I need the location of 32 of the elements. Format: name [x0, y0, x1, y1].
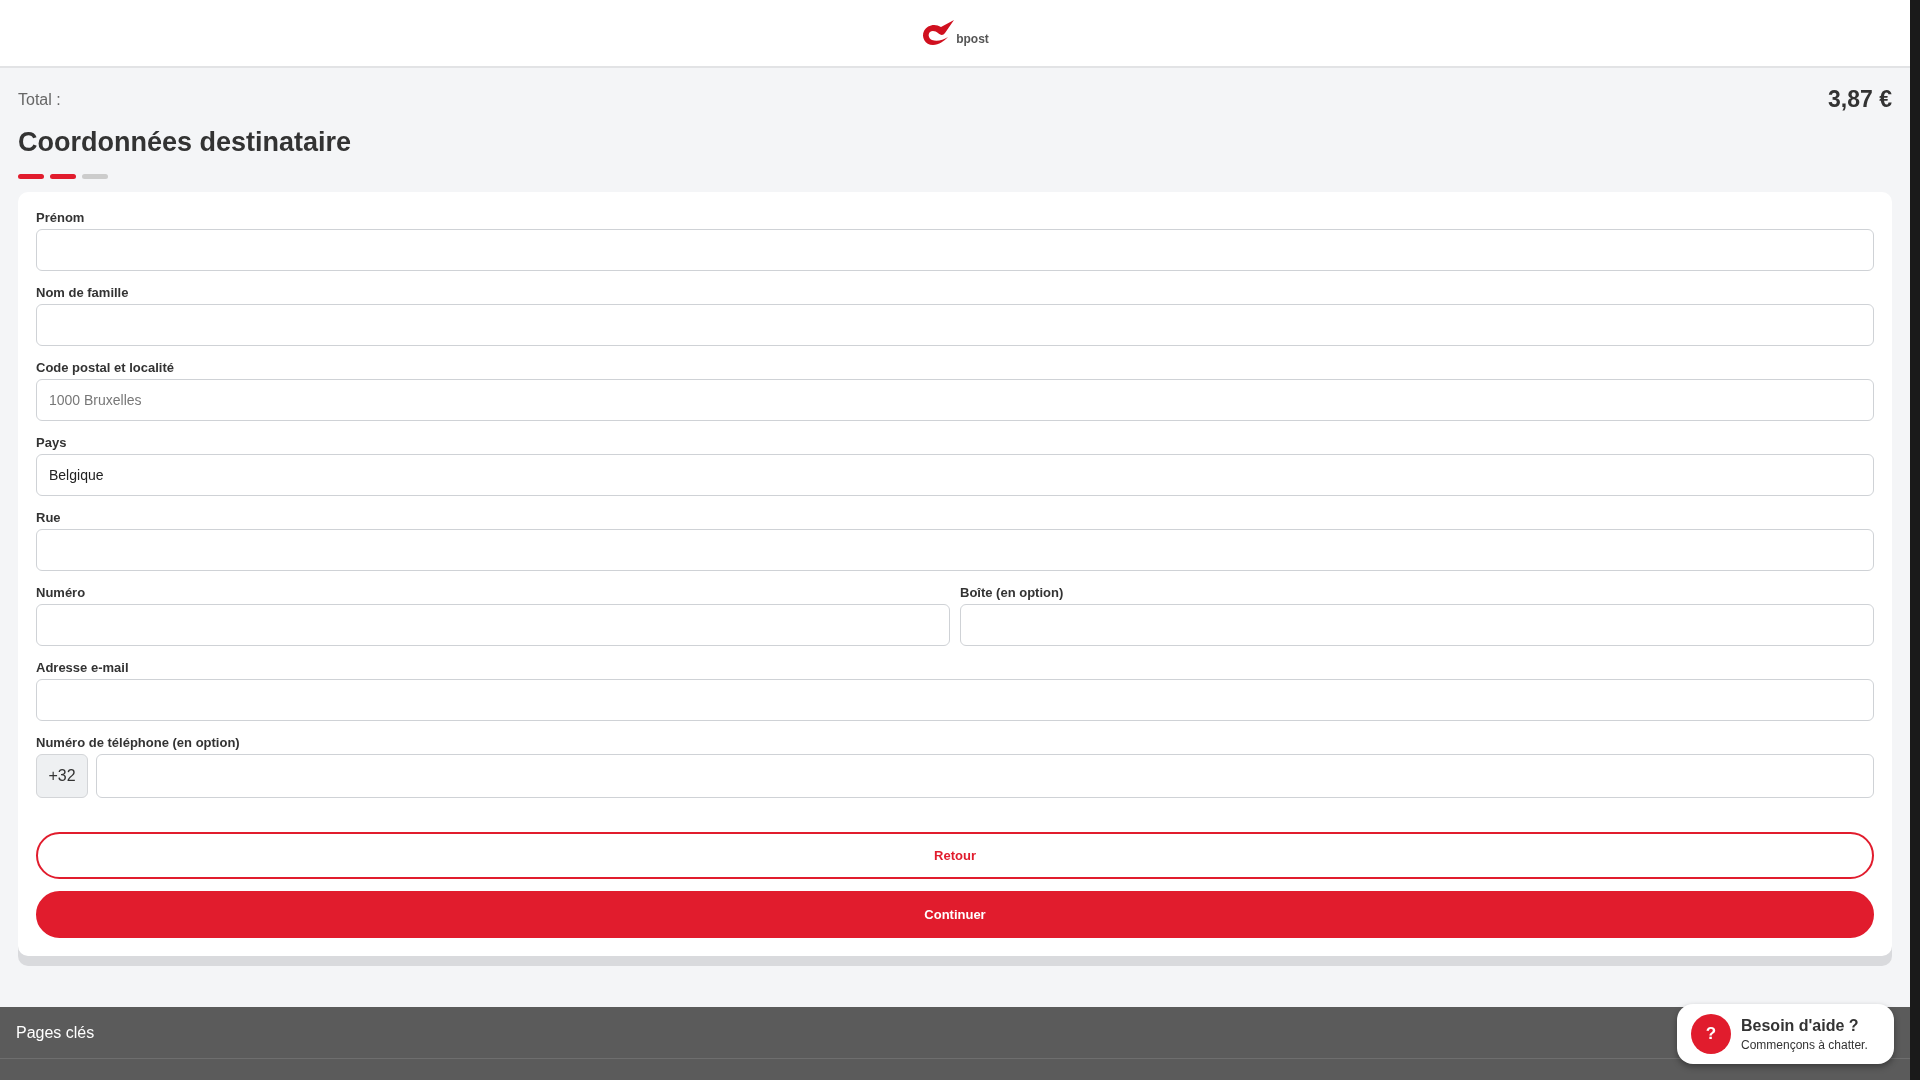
- field-label: Numéro: [36, 585, 87, 600]
- input-field[interactable]: [36, 229, 1874, 271]
- input-field[interactable]: [96, 754, 1874, 798]
- field-label: Nom de famille: [36, 285, 130, 300]
- logo-icon: [921, 19, 956, 47]
- field-label: Pays: [36, 435, 68, 450]
- total-label: Total :: [18, 90, 61, 109]
- help-icon[interactable]: ?: [1691, 1014, 1731, 1054]
- input-field[interactable]: [36, 304, 1874, 346]
- field-label: Prénom: [36, 210, 86, 225]
- field-label: Numéro de téléphone (en option): [36, 735, 241, 750]
- country-code: +32: [36, 754, 88, 798]
- input-field[interactable]: [36, 529, 1874, 571]
- input-field[interactable]: [960, 604, 1874, 646]
- footer-link[interactable]: Pages clés: [16, 1023, 95, 1042]
- input-field[interactable]: Belgique: [36, 454, 1874, 496]
- field-label: Boîte (en option): [960, 585, 1065, 600]
- field-label: Adresse e-mail: [36, 660, 130, 675]
- field-label: Code postal et localité: [36, 360, 175, 375]
- chat-widget[interactable]: ? Besoin d'aide ? Commençons à chatter.: [1677, 1004, 1894, 1064]
- page-title: Coordonnées destinataire: [18, 127, 353, 158]
- input-field[interactable]: [36, 679, 1874, 721]
- scrollbar[interactable]: [1910, 0, 1920, 1080]
- continue-button[interactable]: Continuer: [36, 891, 1874, 938]
- input-field[interactable]: [36, 604, 950, 646]
- logo-text: bpost: [956, 33, 989, 45]
- back-button[interactable]: Retour: [36, 832, 1874, 879]
- input-field[interactable]: 1000 Bruxelles: [36, 379, 1874, 421]
- field-label: Rue: [36, 510, 62, 525]
- chat-title: Besoin d'aide ?: [1741, 1016, 1860, 1035]
- total-amount: 3,87 €: [1828, 86, 1892, 113]
- chat-subtitle: Commençons à chatter.: [1741, 1037, 1868, 1052]
